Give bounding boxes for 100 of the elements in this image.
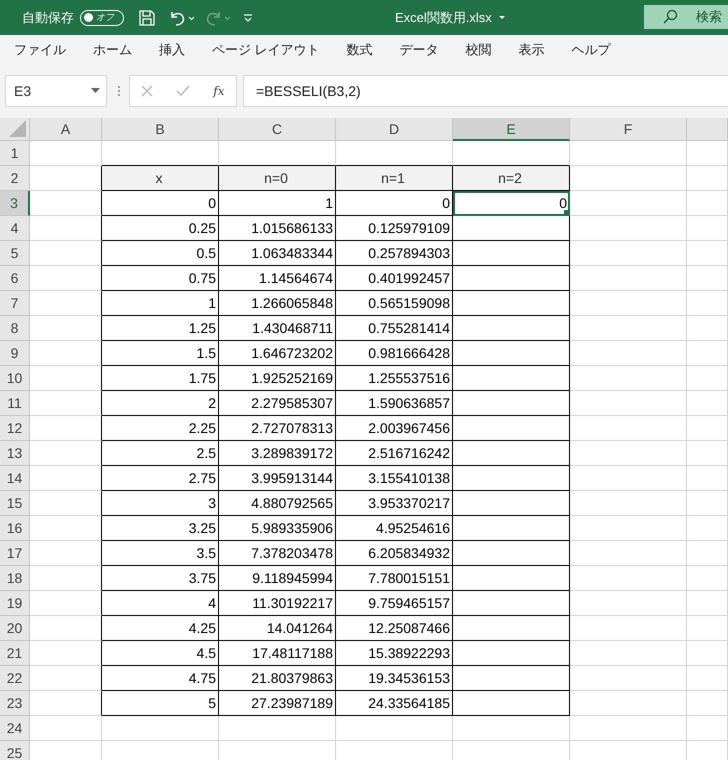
sheet-cell[interactable]	[453, 591, 570, 616]
sheet-cell[interactable]	[453, 466, 570, 491]
row-header[interactable]: 2	[0, 166, 30, 191]
sheet-cell[interactable]	[453, 266, 570, 291]
row-header[interactable]: 14	[0, 466, 30, 491]
table-cell[interactable]: 4.75	[102, 666, 219, 691]
table-cell[interactable]: 11.30192217	[219, 591, 336, 616]
row-header[interactable]: 17	[0, 541, 30, 566]
row-header[interactable]: 12	[0, 416, 30, 441]
caret-icon[interactable]	[498, 14, 506, 20]
row-header[interactable]: 10	[0, 366, 30, 391]
sheet-cell[interactable]	[453, 366, 570, 391]
save-icon[interactable]	[138, 8, 156, 26]
table-cell[interactable]: 3.953370217	[336, 491, 453, 516]
table-cell[interactable]: 0.25	[102, 216, 219, 241]
table-cell[interactable]: 1.646723202	[219, 341, 336, 366]
sheet-cell[interactable]	[30, 341, 102, 366]
row-header[interactable]: 22	[0, 666, 30, 691]
ribbon-tab[interactable]: ファイル	[14, 41, 66, 59]
table-cell[interactable]: 1.063483344	[219, 241, 336, 266]
formula-input[interactable]: =BESSELI(B3,2)	[243, 75, 728, 107]
sheet-cell[interactable]	[30, 466, 102, 491]
sheet-cell[interactable]	[453, 416, 570, 441]
table-cell[interactable]: 0.755281414	[336, 316, 453, 341]
table-cell[interactable]: 1.75	[102, 366, 219, 391]
ribbon-tab[interactable]: 表示	[518, 41, 545, 59]
row-header[interactable]: 25	[0, 741, 30, 760]
table-cell[interactable]: 14.041264	[219, 616, 336, 641]
table-cell[interactable]: 0.5	[102, 241, 219, 266]
row-header[interactable]: 16	[0, 516, 30, 541]
table-cell[interactable]: 17.48117188	[219, 641, 336, 666]
check-icon[interactable]	[176, 85, 190, 97]
sheet-cell[interactable]	[453, 691, 570, 716]
table-cell[interactable]: 3.155410138	[336, 466, 453, 491]
column-header[interactable]: B	[102, 118, 219, 141]
table-cell[interactable]: 12.25087466	[336, 616, 453, 641]
sheet-cell[interactable]	[453, 341, 570, 366]
column-header[interactable]: C	[219, 118, 336, 141]
row-header[interactable]: 20	[0, 616, 30, 641]
table-cell[interactable]: 21.80379863	[219, 666, 336, 691]
table-cell[interactable]: 0	[336, 191, 453, 216]
table-cell[interactable]: 0.125979109	[336, 216, 453, 241]
row-header[interactable]: 11	[0, 391, 30, 416]
table-cell[interactable]: 2.003967456	[336, 416, 453, 441]
sheet-cell[interactable]	[30, 666, 102, 691]
ribbon-tab[interactable]: 校閲	[466, 41, 492, 59]
column-header[interactable]: A	[30, 118, 102, 141]
table-cell[interactable]: 3.289839172	[219, 441, 336, 466]
sheet-cell[interactable]	[30, 216, 102, 241]
ribbon-tab[interactable]: 挿入	[159, 41, 185, 59]
sheet-cell[interactable]	[30, 566, 102, 591]
table-cell[interactable]: 1.430468711	[219, 316, 336, 341]
table-cell[interactable]: 5.989335906	[219, 516, 336, 541]
sheet-cell[interactable]	[30, 616, 102, 641]
table-cell[interactable]: 27.23987189	[219, 691, 336, 716]
sheet-cell[interactable]	[30, 591, 102, 616]
table-cell[interactable]: 2.5	[102, 441, 219, 466]
table-cell[interactable]: 0.257894303	[336, 241, 453, 266]
row-header[interactable]: 19	[0, 591, 30, 616]
table-cell[interactable]: 3	[102, 491, 219, 516]
sheet-cell[interactable]	[30, 291, 102, 316]
table-cell[interactable]: 1.25	[102, 316, 219, 341]
table-cell[interactable]: 4.5	[102, 641, 219, 666]
sheet-cell[interactable]	[453, 641, 570, 666]
sheet-cell[interactable]	[453, 666, 570, 691]
table-cell[interactable]: 2.25	[102, 416, 219, 441]
column-heading-cell[interactable]: n=1	[336, 166, 453, 191]
table-cell[interactable]: 3.25	[102, 516, 219, 541]
row-header[interactable]: 13	[0, 441, 30, 466]
ribbon-tab[interactable]: ホーム	[93, 41, 132, 59]
row-header[interactable]: 9	[0, 341, 30, 366]
table-cell[interactable]: 3.995913144	[219, 466, 336, 491]
table-cell[interactable]: 2.279585307	[219, 391, 336, 416]
table-cell[interactable]: 2.727078313	[219, 416, 336, 441]
sheet-cell[interactable]	[453, 516, 570, 541]
table-cell[interactable]: 2	[102, 391, 219, 416]
row-header[interactable]: 1	[0, 141, 30, 166]
table-cell[interactable]: 1.266065848	[219, 291, 336, 316]
sheet-cell[interactable]	[453, 541, 570, 566]
table-cell[interactable]: 19.34536153	[336, 666, 453, 691]
table-cell[interactable]: 2.516716242	[336, 441, 453, 466]
table-cell[interactable]: 1.255537516	[336, 366, 453, 391]
table-cell[interactable]: 15.38922293	[336, 641, 453, 666]
autosave-toggle[interactable]: オフ	[80, 10, 124, 26]
name-box[interactable]: E3	[5, 75, 107, 107]
table-cell[interactable]: 4.95254616	[336, 516, 453, 541]
column-heading-cell[interactable]: x	[102, 166, 219, 191]
sheet-cell[interactable]	[453, 391, 570, 416]
sheet-cell[interactable]	[30, 516, 102, 541]
table-cell[interactable]: 7.780015151	[336, 566, 453, 591]
table-cell[interactable]: 0.981666428	[336, 341, 453, 366]
table-cell[interactable]: 1.5	[102, 341, 219, 366]
select-all-button[interactable]	[0, 118, 30, 141]
sheet-cell[interactable]	[30, 191, 102, 216]
table-cell[interactable]: 1	[219, 191, 336, 216]
table-cell[interactable]: 4	[102, 591, 219, 616]
column-header[interactable]: F	[570, 118, 687, 141]
row-header[interactable]: 5	[0, 241, 30, 266]
ribbon-tab[interactable]: ヘルプ	[572, 41, 611, 59]
row-header[interactable]: 18	[0, 566, 30, 591]
